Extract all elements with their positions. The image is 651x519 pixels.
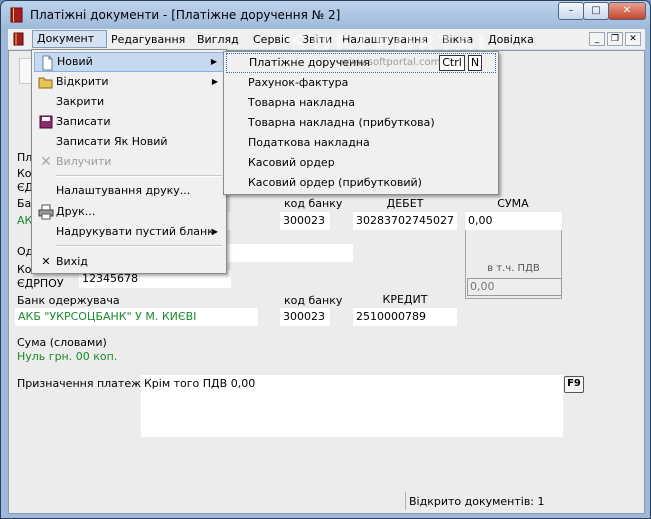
receiver-bank-field[interactable]: АКБ "УКРСОЦБАНК" У М. КИЄВІ <box>15 308 258 326</box>
mdi-close-button[interactable]: ✕ <box>625 32 641 46</box>
submenu-item-label: Рахунок-фактура <box>248 76 349 89</box>
menu-item-label: Надрукувати пустий бланк <box>56 225 214 238</box>
menu-service[interactable]: Сервіс <box>253 32 290 48</box>
shortcut-key-n: N <box>468 55 482 71</box>
menu-item-label: Відкрити <box>56 75 109 88</box>
credit-header: КРЕДИТ <box>382 293 428 306</box>
new-submenu: Платіжне доручення Ctrl N Рахунок-фактур… <box>223 51 499 195</box>
payer-bank-code-field[interactable]: 300023 <box>280 212 330 230</box>
submenu-item-tax-invoice[interactable]: Податкова накладна <box>226 133 496 153</box>
menu-item-label: Записати <box>56 115 111 128</box>
printer-icon <box>38 204 54 220</box>
new-document-icon <box>42 55 53 71</box>
menu-item-delete[interactable]: ✕ Вилучити <box>34 152 224 172</box>
watermark-url: www.softportal.com <box>341 57 441 68</box>
menu-item-close[interactable]: Закрити <box>34 92 224 112</box>
shortcut-key-ctrl: Ctrl <box>439 55 465 71</box>
document-menu: Новий ▶ Відкрити ▶ Закрити Записати Запи… <box>31 49 227 274</box>
submenu-item-label: Податкова накладна <box>248 136 370 149</box>
submenu-item-label: Товарна накладна <box>248 96 355 109</box>
menu-document[interactable]: Документ <box>32 30 107 48</box>
submenu-item-invoice[interactable]: Рахунок-фактура <box>226 73 496 93</box>
menu-item-save-as-new[interactable]: Записати Як Новий <box>34 132 224 152</box>
mdi-restore-button[interactable]: ❐ <box>607 32 623 46</box>
menu-item-label: Вилучити <box>56 155 112 168</box>
purpose-label: Призначення платежу: <box>17 377 152 390</box>
close-button[interactable]: ✕ <box>608 2 646 20</box>
sum-words-value: Нуль грн. 00 коп. <box>17 350 118 363</box>
credit-account-field[interactable]: 2510000789 <box>353 308 457 326</box>
menu-item-label: Друк... <box>56 205 96 218</box>
label-partial-ko: Ко <box>17 167 32 180</box>
status-separator <box>405 492 406 510</box>
receiver-bank-code-header: код банку <box>284 294 343 307</box>
document-book-icon[interactable] <box>13 32 25 46</box>
sum-field[interactable]: 0,00 <box>465 212 562 230</box>
minimize-button[interactable]: – <box>558 2 584 20</box>
maximize-button[interactable]: □ <box>583 2 609 20</box>
exit-icon: ✕ <box>41 255 51 268</box>
edrpou-label: ЄДРПОУ <box>17 277 64 290</box>
menu-item-print[interactable]: Друк... <box>34 202 224 222</box>
vat-field[interactable]: 0,00 <box>467 278 562 296</box>
menu-windows[interactable]: Вікна <box>442 32 473 48</box>
menu-view[interactable]: Вигляд <box>197 32 239 48</box>
title-bar[interactable]: Платіжні документи - [Платіжне доручення… <box>1 1 650 29</box>
menu-item-save[interactable]: Записати <box>34 112 224 132</box>
delete-icon: ✕ <box>40 154 52 170</box>
submenu-item-label: Касовий ордер (прибутковий) <box>248 176 422 189</box>
menu-item-label: Записати Як Новий <box>56 135 168 148</box>
menu-item-label: Новий <box>57 55 93 68</box>
status-text: Відкрито документів: 1 <box>409 495 545 508</box>
menu-separator <box>56 245 222 247</box>
menu-separator <box>56 175 222 177</box>
menu-item-new[interactable]: Новий ▶ <box>34 52 224 72</box>
receiver-bank-code-field[interactable]: 300023 <box>280 308 330 326</box>
menu-item-exit[interactable]: ✕ Вихід <box>34 252 224 272</box>
label-partial-ba: Ба <box>17 197 32 210</box>
menu-item-label: Налаштування друку... <box>56 184 191 197</box>
app-book-icon <box>10 7 23 23</box>
menu-reports[interactable]: Звіти <box>302 32 332 48</box>
menu-bar: Документ Редагування Вигляд Сервіс Звіти… <box>8 29 645 50</box>
menu-help[interactable]: Довідка <box>488 32 534 48</box>
label-partial-ko2: Ко <box>17 263 32 276</box>
receiver-bank-label: Банк одержувача <box>17 294 120 307</box>
app-window: Платіжні документи - [Платіжне доручення… <box>0 0 651 519</box>
submenu-item-label: Касовий ордер <box>248 156 335 169</box>
submenu-item-cash-order-incoming[interactable]: Касовий ордер (прибутковий) <box>226 173 496 193</box>
menu-item-label: Закрити <box>56 95 105 108</box>
vat-label: в т.ч. ПДВ <box>487 263 540 274</box>
payer-bank-code-header: код банку <box>284 197 343 210</box>
menu-settings[interactable]: Налаштування <box>342 32 428 48</box>
save-disk-icon <box>39 115 53 129</box>
submenu-arrow-icon: ▶ <box>211 77 218 86</box>
debit-header: ДЕБЕТ <box>386 197 424 210</box>
f9-button[interactable]: F9 <box>564 376 584 393</box>
submenu-item-label: Товарна накладна (прибуткова) <box>248 116 435 129</box>
debit-account-field[interactable]: 30283702745027 <box>353 212 457 230</box>
menu-item-open[interactable]: Відкрити ▶ <box>34 72 224 92</box>
menu-item-print-settings[interactable]: Налаштування друку... <box>34 181 224 201</box>
submenu-arrow-icon: ▶ <box>211 227 218 236</box>
sum-words-label: Сума (словами) <box>17 336 107 349</box>
menu-edit[interactable]: Редагування <box>111 32 185 48</box>
purpose-textarea[interactable]: Крім того ПДВ 0,00 <box>141 375 563 437</box>
open-folder-icon <box>38 77 53 89</box>
menu-item-print-blank[interactable]: Надрукувати пустий бланк ▶ <box>34 222 224 242</box>
mdi-minimize-button[interactable]: _ <box>589 32 605 46</box>
sum-header: СУМА <box>497 197 529 210</box>
submenu-arrow-icon: ▶ <box>210 57 217 66</box>
submenu-item-waybill-incoming[interactable]: Товарна накладна (прибуткова) <box>226 113 496 133</box>
window-title: Платіжні документи - [Платіжне доручення… <box>30 8 341 22</box>
menu-item-label: Вихід <box>56 255 88 268</box>
submenu-item-cash-order[interactable]: Касовий ордер <box>226 153 496 173</box>
submenu-item-waybill[interactable]: Товарна накладна <box>226 93 496 113</box>
